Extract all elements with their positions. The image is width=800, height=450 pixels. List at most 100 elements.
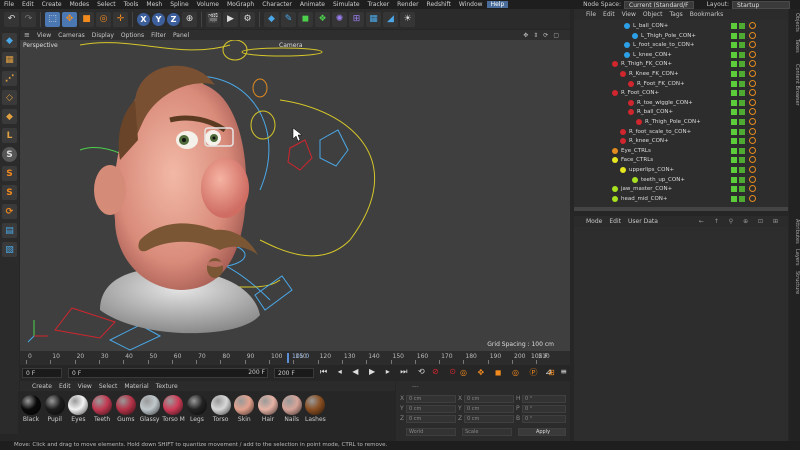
material-swatch-legs[interactable]: Legs	[186, 395, 208, 423]
pen-spline-icon[interactable]: ✎	[281, 11, 296, 27]
lock-workplane-icon[interactable]: ▧	[2, 242, 17, 257]
object-name[interactable]: R_toe_wiggle_CON+	[637, 99, 693, 108]
object-menu-object[interactable]: Object	[643, 11, 663, 18]
enable-checkmark-icon[interactable]	[739, 71, 745, 77]
object-name[interactable]: R_Foot_FK_CON+	[637, 80, 685, 89]
object-name[interactable]: L_knee_CON+	[633, 51, 672, 60]
material-swatch-glassy[interactable]: Glassy	[139, 395, 161, 423]
side-tab-structure[interactable]: Structure	[789, 271, 800, 294]
material-swatch-torso[interactable]: Torso	[210, 395, 232, 423]
rotate-tool-icon[interactable]: ◎	[96, 11, 111, 27]
scale-tool-icon[interactable]: ■	[79, 11, 94, 27]
axis-mode-icon[interactable]: L	[2, 128, 17, 143]
object-row[interactable]: L_foot_scale_to_CON+	[574, 41, 788, 50]
layout-dropdown[interactable]: Startup	[732, 0, 790, 9]
enable-checkmark-icon[interactable]	[739, 195, 745, 202]
material-menu-texture[interactable]: Texture	[156, 383, 178, 390]
object-tag-icon[interactable]	[749, 50, 756, 58]
viewport-camera-label[interactable]: Camera	[279, 42, 303, 49]
visibility-toggle[interactable]	[731, 109, 737, 116]
object-name[interactable]: R_Thigh_FK_CON+	[621, 60, 672, 69]
material-swatch-nails[interactable]: Nails	[281, 395, 303, 423]
object-name[interactable]: L_Thigh_Pole_CON+	[641, 32, 696, 41]
rotation-field[interactable]: 0 °	[522, 415, 566, 423]
viewport-menu-filter[interactable]: Filter	[151, 32, 166, 39]
y-axis-lock-button[interactable]: Y	[152, 12, 165, 26]
apply-button[interactable]: Apply	[518, 428, 566, 436]
object-tag-icon[interactable]	[749, 166, 756, 173]
viewport-menu-cameras[interactable]: Cameras	[58, 32, 85, 39]
object-row[interactable]: R_foot_scale_to_CON+	[574, 127, 788, 137]
material-swatch-black[interactable]: Black	[20, 395, 42, 423]
edges-mode-icon[interactable]: ◇	[2, 90, 17, 105]
object-name[interactable]: Face_CTRLs	[621, 156, 653, 165]
enable-checkmark-icon[interactable]	[739, 157, 745, 164]
menu-item-tools[interactable]: Tools	[120, 1, 143, 8]
bend-deformer-icon[interactable]: ✺	[332, 11, 347, 27]
menu-item-spline[interactable]: Spline	[166, 1, 192, 8]
object-name[interactable]: teeth_up_CON+	[641, 176, 685, 185]
object-tag-icon[interactable]	[749, 98, 756, 106]
menu-item-simulate[interactable]: Simulate	[329, 1, 364, 8]
material-swatch-eyes[interactable]: Eyes	[67, 395, 89, 423]
subdivision-icon[interactable]: ◼	[298, 11, 313, 27]
array-icon[interactable]: ❖	[315, 11, 330, 27]
attribute-menu-edit[interactable]: Edit	[609, 218, 621, 225]
move-tool-icon[interactable]: ✥	[62, 11, 77, 27]
enable-checkmark-icon[interactable]	[739, 119, 745, 125]
visibility-toggle[interactable]	[731, 51, 737, 58]
size-field[interactable]: 0 cm	[464, 405, 514, 413]
object-row[interactable]: R_Foot_FK_CON+	[574, 79, 788, 89]
viewport-menu-view[interactable]: View	[37, 32, 51, 39]
menu-item-render[interactable]: Render	[393, 1, 422, 8]
object-name[interactable]: L_ball_CON+	[633, 22, 668, 31]
material-swatch-gums[interactable]: Gums	[115, 395, 137, 423]
x-axis-lock-button[interactable]: X	[137, 12, 150, 26]
enable-checkmark-icon[interactable]	[739, 109, 745, 116]
object-name[interactable]: R_ball_CON+	[637, 108, 673, 117]
attribute-menu-user-data[interactable]: User Data	[628, 218, 658, 225]
z-axis-lock-button[interactable]: Z	[167, 12, 180, 26]
floor-icon[interactable]: ▦	[366, 11, 381, 27]
visibility-toggle[interactable]	[731, 186, 737, 193]
live-selection-icon[interactable]: ⬚	[45, 11, 60, 27]
solo-hierarchy-icon[interactable]: S	[2, 185, 17, 200]
object-row[interactable]: upperlips_CON+	[574, 166, 788, 175]
visibility-toggle[interactable]	[731, 61, 737, 68]
keyframe-buttons[interactable]: ◎ ✥ ◼ ◎ Ⓟ ⊞	[460, 367, 559, 378]
object-tag-icon[interactable]	[749, 127, 756, 135]
object-tag-icon[interactable]	[749, 118, 756, 125]
object-row[interactable]: teeth_up_CON+	[574, 175, 788, 185]
position-field[interactable]: 0 cm	[406, 395, 456, 403]
object-row[interactable]: head_mid_CON+	[574, 194, 788, 204]
object-name[interactable]: R_Knee_FK_CON+	[629, 70, 679, 79]
visibility-toggle[interactable]	[731, 119, 737, 125]
object-name[interactable]: R_Thigh_Pole_CON+	[645, 118, 701, 127]
enable-checkmark-icon[interactable]	[739, 42, 745, 49]
object-tag-icon[interactable]	[749, 22, 756, 29]
menu-item-animate[interactable]: Animate	[296, 1, 329, 8]
position-field[interactable]: 0 cm	[406, 405, 456, 413]
object-row[interactable]: R_Foot_CON+	[574, 89, 788, 98]
material-menu-material[interactable]: Material	[124, 383, 148, 390]
object-tag-icon[interactable]	[749, 70, 756, 77]
render-settings-icon[interactable]: ⚙	[240, 11, 255, 27]
object-tree-scrollbar[interactable]	[574, 207, 788, 211]
enable-checkmark-icon[interactable]	[739, 138, 745, 145]
visibility-toggle[interactable]	[731, 147, 737, 154]
attribute-menu-mode[interactable]: Mode	[586, 218, 602, 225]
object-name[interactable]: R_knee_CON+	[629, 137, 669, 146]
object-tag-icon[interactable]	[749, 156, 756, 164]
playback-buttons[interactable]: ⏮ ◂ ◀ ▶ ▸ ⏭ ⟲	[320, 367, 429, 377]
object-tag-icon[interactable]	[749, 31, 756, 39]
object-row[interactable]: Eye_CTRLs	[574, 146, 788, 156]
visibility-toggle[interactable]	[731, 80, 737, 87]
side-tab-content-browser[interactable]: Content Browser	[789, 64, 800, 106]
polygons-mode-icon[interactable]: ◆	[2, 109, 17, 124]
size-field[interactable]: 0 cm	[464, 415, 514, 423]
snap-icon[interactable]: S	[2, 147, 17, 162]
object-name[interactable]: head_mid_CON+	[621, 195, 668, 204]
object-row[interactable]: L_ball_CON+	[574, 22, 788, 31]
menu-item-redshift[interactable]: Redshift	[423, 1, 455, 8]
menu-item-modes[interactable]: Modes	[66, 1, 93, 8]
